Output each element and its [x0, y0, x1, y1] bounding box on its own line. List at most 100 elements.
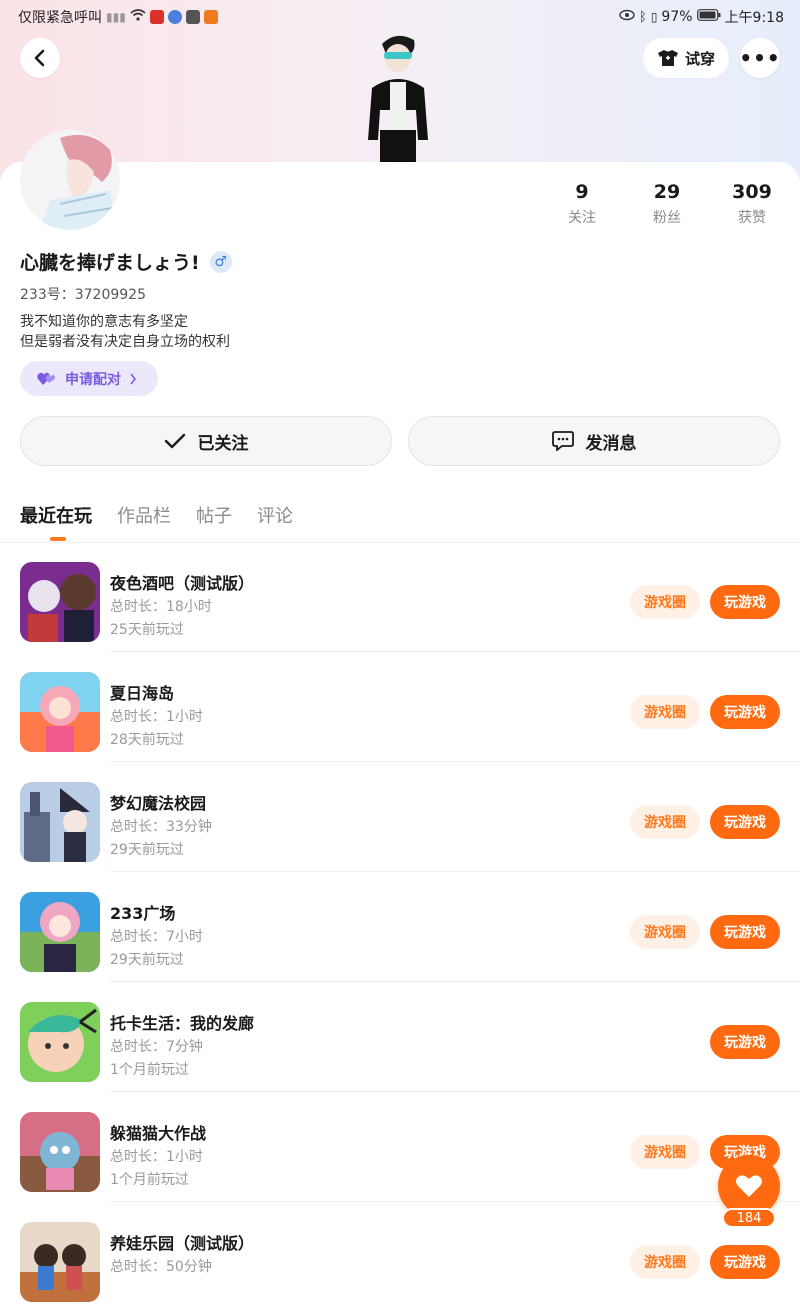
- game-circle-button[interactable]: 游戏圈: [630, 585, 700, 619]
- game-duration: 总时长：33分钟: [110, 819, 212, 835]
- game-title: 233广场: [110, 904, 176, 923]
- tryon-label: 试穿: [684, 49, 715, 68]
- game-list-item[interactable]: 养娃乐园（测试版） 总时长：50分钟 游戏圈 玩游戏: [0, 1202, 800, 1312]
- stat-likes[interactable]: 309 获赞: [712, 181, 792, 227]
- profile-tabs: 最近在玩 作品栏 帖子 评论: [20, 502, 293, 528]
- eye-icon: [619, 9, 635, 25]
- game-list-item[interactable]: 托卡生活：我的发廊 总时长：7分钟 1个月前玩过 玩游戏: [0, 982, 800, 1092]
- bio-line: 我不知道你的意志有多坚定: [20, 314, 188, 330]
- followed-label: 已关注: [197, 433, 249, 454]
- game-thumbnail[interactable]: [20, 782, 100, 862]
- game-list-item[interactable]: 夏日海岛 总时长：1小时 28天前玩过 游戏圈 玩游戏: [0, 652, 800, 762]
- play-game-button[interactable]: 玩游戏: [710, 1245, 780, 1279]
- tryon-button[interactable]: 试穿: [643, 38, 729, 78]
- back-button[interactable]: [20, 38, 60, 78]
- game-title: 托卡生活：我的发廊: [110, 1014, 255, 1033]
- character-figure: [358, 30, 438, 164]
- vibrate-icon: ▯: [650, 10, 658, 24]
- tab-posts[interactable]: 帖子: [196, 502, 232, 528]
- send-message-label: 发消息: [585, 433, 637, 454]
- signal-icon: ▮▮▮: [106, 10, 126, 24]
- apply-pair-label: 申请配对: [65, 371, 121, 388]
- tab-recently-played[interactable]: 最近在玩: [20, 502, 92, 528]
- battery-icon: [696, 9, 721, 25]
- play-game-button[interactable]: 玩游戏: [710, 1025, 780, 1059]
- battery-percent: 97%: [661, 9, 693, 25]
- stat-label: 关注: [568, 210, 596, 226]
- status-bar: 仅限紧急呼叫 ▮▮▮ ᛒ ▯ 97% 上午9:18: [0, 0, 800, 32]
- game-last-played: 1个月前玩过: [110, 1062, 189, 1078]
- game-circle-button[interactable]: 游戏圈: [630, 1135, 700, 1169]
- game-list-item[interactable]: 233广场 总时长：7小时 29天前玩过 游戏圈 玩游戏: [0, 872, 800, 982]
- game-duration: 总时长：1小时: [110, 1149, 203, 1165]
- wifi-icon: [130, 8, 146, 26]
- tshirt-icon: [657, 50, 678, 66]
- game-circle-button[interactable]: 游戏圈: [630, 805, 700, 839]
- game-title: 梦幻魔法校园: [110, 794, 207, 813]
- stat-number: 29: [653, 181, 681, 203]
- bluetooth-icon: ᛒ: [639, 9, 647, 25]
- bio: 我不知道你的意志有多坚定 但是弱者没有决定自身立场的权利: [20, 312, 230, 352]
- game-duration: 总时长：7分钟: [110, 1039, 203, 1055]
- user-id: 233号：37209925: [20, 287, 146, 303]
- like-count-badge: 184: [722, 1208, 776, 1228]
- game-thumbnail[interactable]: [20, 1222, 100, 1302]
- app-notification-icon: [149, 10, 164, 24]
- game-duration: 总时长：18小时: [110, 599, 212, 615]
- game-title: 夏日海岛: [110, 684, 175, 703]
- apply-pair-button[interactable]: 申请配对: [20, 361, 158, 396]
- tab-comments[interactable]: 评论: [257, 502, 293, 528]
- game-last-played: 25天前玩过: [110, 622, 184, 638]
- stat-label: 粉丝: [653, 210, 681, 226]
- gender-male-icon: ♂: [209, 250, 232, 273]
- chevron-left-icon: [34, 49, 45, 67]
- stat-following[interactable]: 9 关注: [542, 181, 622, 227]
- game-list-item[interactable]: 梦幻魔法校园 总时长：33分钟 29天前玩过 游戏圈 玩游戏: [0, 762, 800, 872]
- play-game-button[interactable]: 玩游戏: [710, 585, 780, 619]
- game-duration: 总时长：50分钟: [110, 1259, 212, 1275]
- chevron-right-icon: [130, 373, 137, 384]
- stat-fans[interactable]: 29 粉丝: [627, 181, 707, 227]
- play-game-button[interactable]: 玩游戏: [710, 915, 780, 949]
- game-list-item[interactable]: 躲猫猫大作战 总时长：1小时 1个月前玩过 游戏圈 玩游戏: [0, 1092, 800, 1202]
- carrier-text: 仅限紧急呼叫: [18, 10, 102, 26]
- game-circle-button[interactable]: 游戏圈: [630, 1245, 700, 1279]
- stat-number: 309: [732, 181, 772, 203]
- heart-icon: [736, 1175, 762, 1197]
- chat-bubble-icon: [551, 431, 574, 451]
- game-last-played: 29天前玩过: [110, 952, 184, 968]
- active-tab-indicator: [50, 537, 66, 541]
- more-icon: •••: [739, 46, 781, 70]
- game-last-played: 28天前玩过: [110, 732, 184, 748]
- game-last-played: 29天前玩过: [110, 842, 184, 858]
- game-thumbnail[interactable]: [20, 1002, 100, 1082]
- game-title: 躲猫猫大作战: [110, 1124, 207, 1143]
- username-row: 心臓を捧げましょう! ♂: [20, 248, 232, 275]
- game-duration: 总时长：1小时: [110, 709, 203, 725]
- followed-button[interactable]: 已关注: [20, 416, 392, 466]
- game-thumbnail[interactable]: [20, 1112, 100, 1192]
- game-thumbnail[interactable]: [20, 562, 100, 642]
- hearts-icon: [37, 372, 56, 385]
- clock: 上午9:18: [724, 10, 784, 26]
- avatar[interactable]: [20, 130, 120, 230]
- play-game-button[interactable]: 玩游戏: [710, 695, 780, 729]
- stat-number: 9: [575, 181, 589, 203]
- send-message-button[interactable]: 发消息: [408, 416, 780, 466]
- game-circle-button[interactable]: 游戏圈: [630, 915, 700, 949]
- game-title: 夜色酒吧（测试版）: [110, 574, 255, 593]
- message-notification-icon: [185, 10, 200, 24]
- game-last-played: 1个月前玩过: [110, 1172, 189, 1188]
- game-circle-button[interactable]: 游戏圈: [630, 695, 700, 729]
- game-duration: 总时长：7小时: [110, 929, 203, 945]
- check-icon: [164, 433, 185, 449]
- play-game-button[interactable]: 玩游戏: [710, 805, 780, 839]
- more-button[interactable]: •••: [739, 38, 781, 78]
- username: 心臓を捧げましょう!: [20, 252, 200, 274]
- game-list-item[interactable]: 夜色酒吧（测试版） 总时长：18小时 25天前玩过 游戏圈 玩游戏: [0, 542, 800, 652]
- music-notification-icon: [167, 10, 182, 24]
- game-thumbnail[interactable]: [20, 892, 100, 972]
- game-title: 养娃乐园（测试版）: [110, 1234, 255, 1253]
- tab-works[interactable]: 作品栏: [117, 502, 171, 528]
- game-thumbnail[interactable]: [20, 672, 100, 752]
